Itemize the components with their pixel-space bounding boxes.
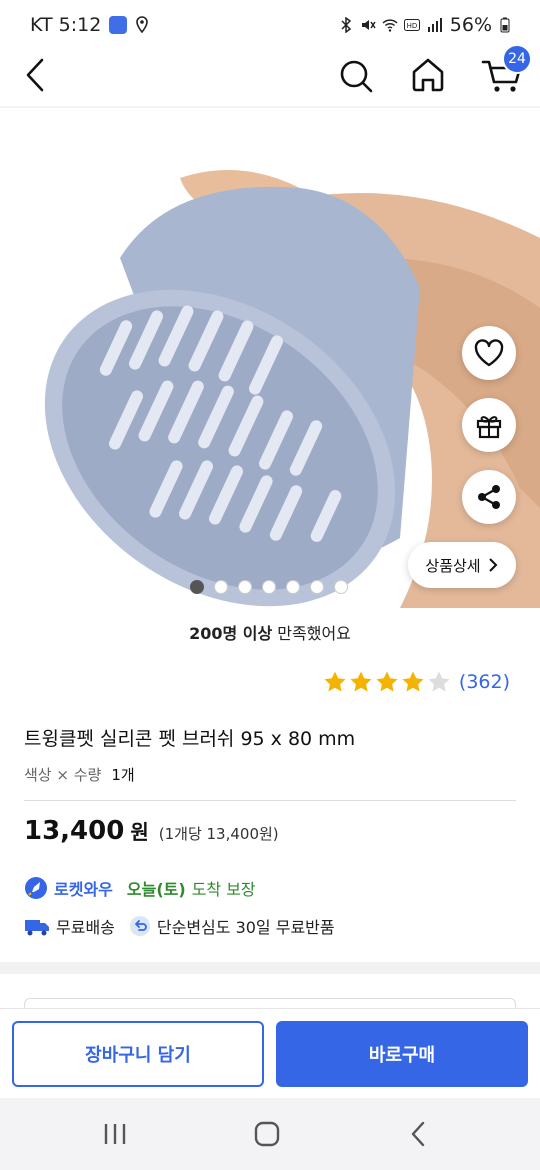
image-carousel-dots (190, 580, 348, 594)
satisfaction-text: 200명 이상 만족했어요 (0, 620, 540, 644)
home-nav-icon[interactable] (252, 1120, 282, 1148)
svg-text:HD: HD (406, 22, 417, 30)
star-rating (323, 670, 451, 694)
carousel-dot[interactable] (238, 580, 252, 594)
cart-badge[interactable]: 24 (502, 44, 532, 74)
product-title: 트윙클펫 실리콘 펫 브러쉬 95 x 80 mm (24, 728, 356, 750)
price-currency: 원 (130, 820, 149, 844)
star-filled-icon (350, 671, 372, 692)
gift-button[interactable] (462, 398, 516, 452)
wishlist-button[interactable] (462, 326, 516, 380)
battery-level: 56% (449, 14, 492, 36)
status-left: KT 5:12 (30, 14, 149, 36)
shipping-info: 무료배송 단순변심도 30일 무료반품 (24, 914, 335, 938)
recent-apps-icon[interactable] (100, 1120, 130, 1148)
rocket-delivery: 로켓와우 오늘(토) 도착 보장 (24, 876, 256, 900)
return-icon (129, 916, 150, 936)
carousel-dot[interactable] (286, 580, 300, 594)
carrier-time: KT 5:12 (30, 14, 102, 36)
product-photo (0, 108, 540, 608)
rocket-name: 로켓와우 (54, 880, 113, 899)
divider (24, 800, 516, 801)
product-image[interactable] (0, 108, 540, 608)
unit-price: (1개당 13,400원) (158, 825, 279, 843)
arrival-day: 오늘(토) (126, 880, 186, 899)
carousel-dot[interactable] (334, 580, 348, 594)
heart-icon (474, 339, 504, 367)
mute-icon (361, 20, 376, 30)
chevron-right-icon (488, 558, 498, 572)
home-icon[interactable] (408, 54, 448, 94)
option-row[interactable]: 색상 × 수량 1개 (24, 764, 135, 785)
price-value: 13,400 (24, 816, 125, 846)
status-bar: KT 5:12 HD 56% (0, 0, 540, 52)
back-icon[interactable] (18, 54, 58, 94)
product-detail-button[interactable]: 상품상세 (408, 542, 516, 588)
status-right: HD 56% (338, 14, 510, 36)
app-notification-icon (109, 16, 128, 34)
add-to-cart-button[interactable]: 장바구니 담기 (12, 1021, 264, 1087)
carousel-dot[interactable] (310, 580, 324, 594)
section-divider (0, 962, 540, 974)
review-count[interactable]: (362) (459, 671, 510, 693)
free-return: 단순변심도 30일 무료반품 (156, 918, 335, 937)
battery-icon (500, 17, 510, 33)
signal-icon (427, 18, 442, 32)
bottom-action-bar: 장바구니 담기 바로구매 (0, 1008, 540, 1098)
back-nav-icon[interactable] (404, 1120, 434, 1148)
hd-icon: HD (403, 19, 420, 31)
star-empty-icon (428, 671, 450, 692)
wifi-icon (382, 19, 398, 32)
star-filled-icon (376, 671, 398, 692)
carousel-dot[interactable] (214, 580, 228, 594)
search-icon[interactable] (336, 54, 376, 94)
gift-icon (476, 416, 502, 439)
location-icon (136, 16, 149, 34)
price-row: 13,400 원 (1개당 13,400원) (24, 816, 279, 846)
free-shipping: 무료배송 (56, 918, 115, 937)
star-filled-icon (402, 671, 424, 692)
product-detail-label: 상품상세 (425, 556, 481, 575)
option-value: 1개 (111, 766, 135, 784)
share-icon (478, 485, 500, 509)
option-label: 색상 × 수량 (24, 766, 102, 784)
rating[interactable]: (362) (323, 670, 510, 694)
satisfaction-suffix: 만족했어요 (272, 624, 351, 643)
rocket-icon (25, 877, 47, 899)
system-nav-bar (0, 1098, 540, 1170)
share-button[interactable] (462, 470, 516, 524)
top-nav: 24 (0, 44, 540, 106)
carousel-dot[interactable] (190, 580, 204, 594)
satisfaction-count: 200명 이상 (189, 624, 273, 643)
buy-now-button[interactable]: 바로구매 (276, 1021, 528, 1087)
truck-icon (25, 920, 49, 936)
star-filled-icon (324, 671, 346, 692)
carousel-dot[interactable] (262, 580, 276, 594)
arrival-guarantee: 도착 보장 (191, 880, 256, 899)
bluetooth-icon (341, 17, 351, 33)
